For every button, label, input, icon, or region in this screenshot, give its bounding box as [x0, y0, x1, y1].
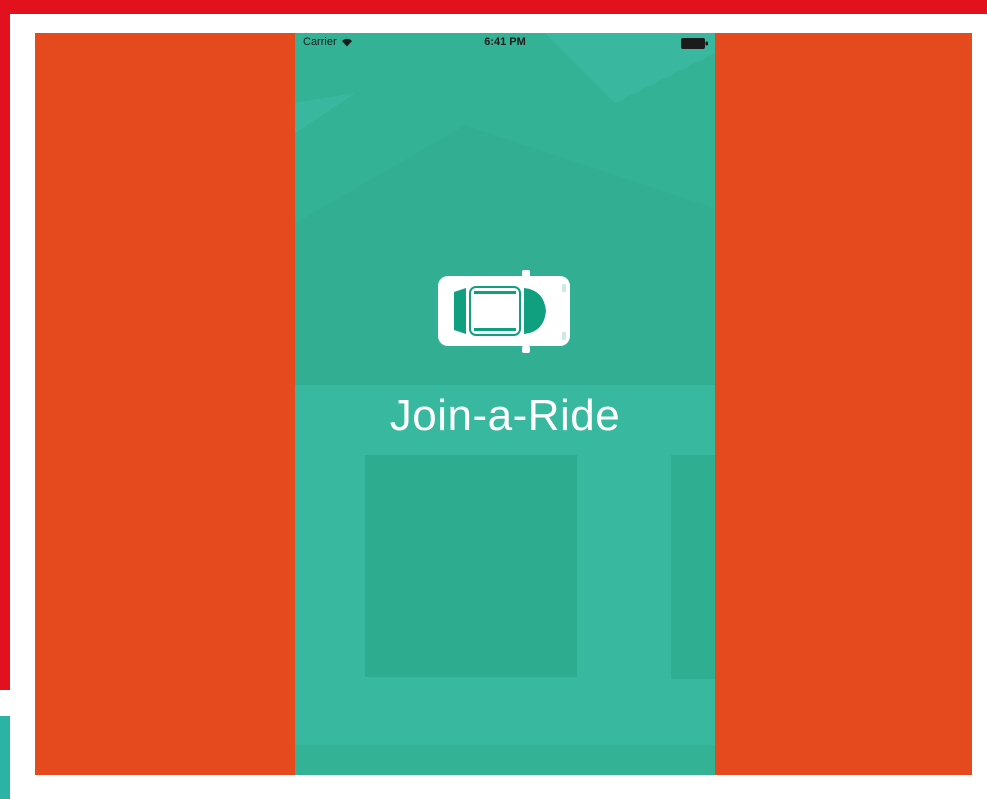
status-bar: Carrier 6:41 PM — [295, 33, 715, 55]
slide-frame-top-bar — [0, 0, 987, 14]
status-carrier-group: Carrier — [303, 36, 353, 48]
phone-screen: Carrier 6:41 PM Join-a-Ride — [295, 33, 715, 775]
wifi-icon — [341, 38, 352, 46]
car-top-view-icon — [438, 270, 570, 353]
status-time: 6:41 PM — [484, 36, 526, 48]
slide-frame-left-bar — [0, 0, 10, 690]
app-title: Join-a-Ride — [389, 391, 621, 440]
presentation-slide-view: Carrier 6:41 PM Join-a-Ride — [0, 0, 987, 799]
battery-icon — [681, 38, 708, 49]
slide-canvas: Carrier 6:41 PM Join-a-Ride — [35, 33, 972, 775]
slide-frame-left-teal-bar — [0, 716, 10, 799]
carrier-label: Carrier — [303, 36, 337, 48]
